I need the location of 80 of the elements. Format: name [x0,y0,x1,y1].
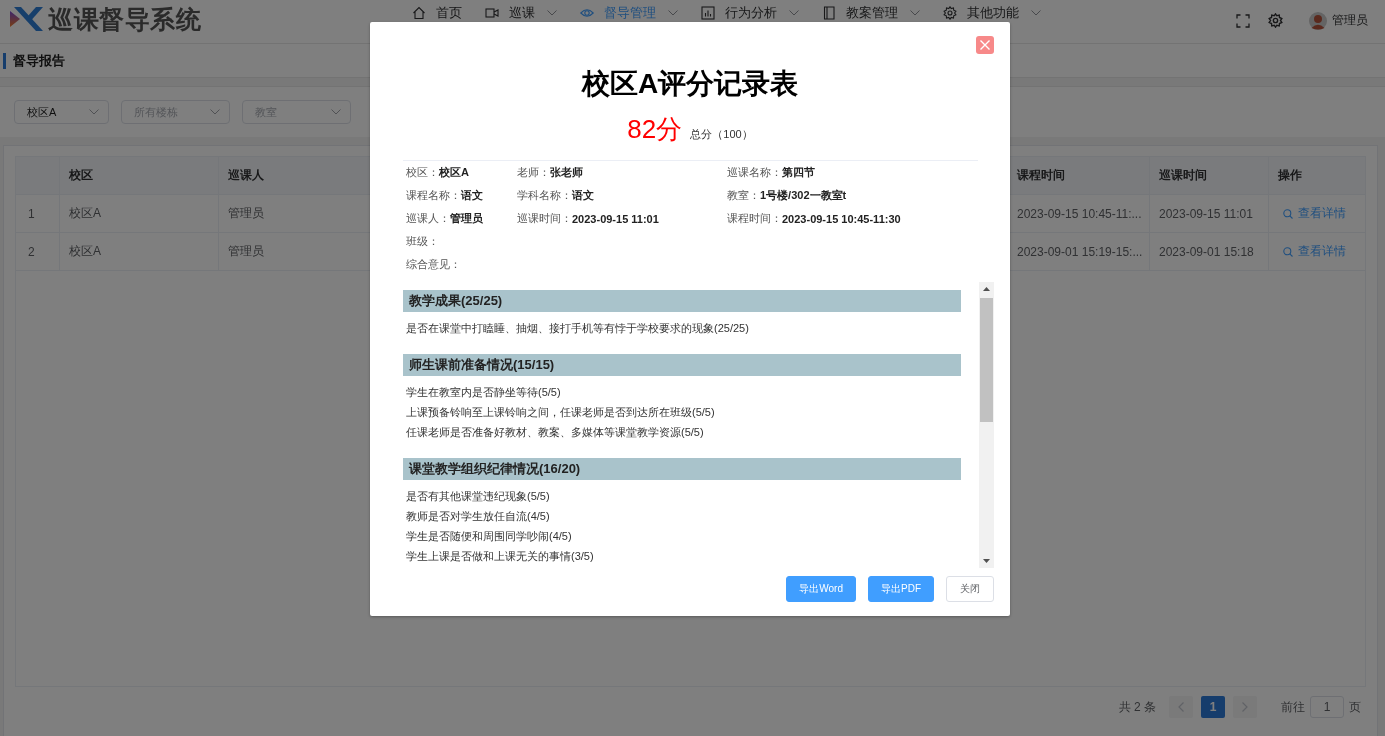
info-value: 张老师 [550,165,583,180]
score-value: 82分 [627,113,683,145]
settings-icon [943,5,957,20]
table-cell: 2023-09-01 15:18 [1150,233,1269,270]
info-value: 2023-09-15 11:01 [572,212,659,225]
info-label: 巡课时间： [517,211,572,226]
info-value: 第四节 [782,165,815,180]
search-icon [1283,246,1293,257]
dialog-title: 校区A评分记录表 [580,67,800,101]
section-header: 课堂教学组织纪律情况(16/20) [403,458,961,480]
criterion-text: 学生是否随便和周围同学吵闹(4/5) [405,529,573,544]
criterion-text: 学生上课是否做和上课无关的事情(3/5) [405,549,595,564]
video-camera-icon [485,5,499,20]
nav-menu-item[interactable]: 行为分析 [701,5,799,20]
criterion-text: 教师是否对学生放任自流(4/5) [405,509,551,524]
criterion-text: 上课预备铃响至上课铃响之间，任课老师是否到达所在班级(5/5) [405,405,716,420]
criterion-text: 是否有其他课堂违纪现象(5/5) [405,489,551,504]
info-label: 校区： [406,165,439,180]
dialog-button[interactable]: 导出PDF [868,576,934,602]
page-title: 督导报告 [13,51,65,70]
info-label: 老师： [517,165,550,180]
score-total: 总分（100） [690,127,753,142]
chevron-down-icon [210,109,220,115]
chevron-down-icon [331,109,341,115]
column-header: 操作 [1277,167,1303,184]
table-cell: 校区A [60,195,219,232]
user-name[interactable]: 管理员 [1332,12,1368,29]
dialog-button[interactable]: 关闭 [946,576,994,602]
page-unit-label: 页 [1349,698,1361,716]
avatar-icon[interactable] [1309,11,1327,30]
scrollbar-thumb[interactable] [980,298,993,422]
info-label: 课程时间： [727,211,782,226]
logo-icon [10,7,44,31]
close-icon [980,40,990,50]
chevron-right-icon [1242,702,1248,712]
page-input[interactable]: 1 [1310,696,1344,718]
row-number: 1 [16,195,60,232]
close-button[interactable] [976,36,994,54]
home-icon [412,5,426,20]
column-header: 巡课时间 [1150,157,1269,194]
settings-icon[interactable] [1268,13,1283,28]
bar-chart-icon [701,5,715,20]
chevron-down-icon [89,109,99,115]
row-number: 2 [16,233,60,270]
info-value: 管理员 [450,211,483,226]
scroll-down-arrow-icon[interactable] [983,559,990,563]
info-label: 班级： [406,234,439,249]
page-button[interactable]: 1 [1201,696,1225,718]
info-value: 2023-09-15 10:45-11:30 [782,212,901,225]
view-details-link[interactable]: 查看详情 [1283,243,1346,260]
nav-menu-item[interactable]: 首页 [412,5,462,20]
select-field[interactable]: 校区A [14,100,109,124]
scrollbar-track[interactable] [979,282,994,568]
accent-bar [3,52,6,69]
goto-label: 前往 [1281,698,1305,716]
search-icon [1283,208,1293,219]
nav-menu-item[interactable]: 教案管理 [822,5,920,20]
section-header: 师生课前准备情况(15/15) [403,354,961,376]
criterion-text: 是否在课堂中打瞌睡、抽烟、接打手机等有悖于学校要求的现象(25/25) [405,321,750,336]
criterion-text: 学生在教室内是否静坐等待(5/5) [405,385,562,400]
column-header: 校区 [60,157,219,194]
dialog-button[interactable]: 导出Word [786,576,856,602]
info-value: 校区A [439,165,469,180]
chevron-left-icon [1178,702,1184,712]
scroll-up-arrow-icon[interactable] [983,287,990,291]
app-title: 巡课督导系统 [48,3,201,35]
table-cell: 校区A [60,233,219,270]
section-header: 教学成果(25/25) [403,290,961,312]
info-label: 综合意见： [406,257,461,272]
nav-menu-item[interactable]: 巡课 [485,5,557,20]
fullscreen-icon[interactable] [1236,13,1250,28]
total-count: 共 2 条 [1118,698,1156,716]
criterion-text: 任课老师是否准备好教材、教案、多媒体等课堂教学资源(5/5) [405,425,705,440]
nav-menu-item[interactable]: 督导管理 [580,5,678,20]
book-icon [822,5,836,20]
info-label: 巡课人： [406,211,450,226]
nav-menu-item[interactable]: 其他功能 [943,5,1041,20]
table-cell: 2023-09-15 11:01 [1150,195,1269,232]
view-details-link[interactable]: 查看详情 [1283,205,1346,222]
info-label: 巡课名称： [727,165,782,180]
